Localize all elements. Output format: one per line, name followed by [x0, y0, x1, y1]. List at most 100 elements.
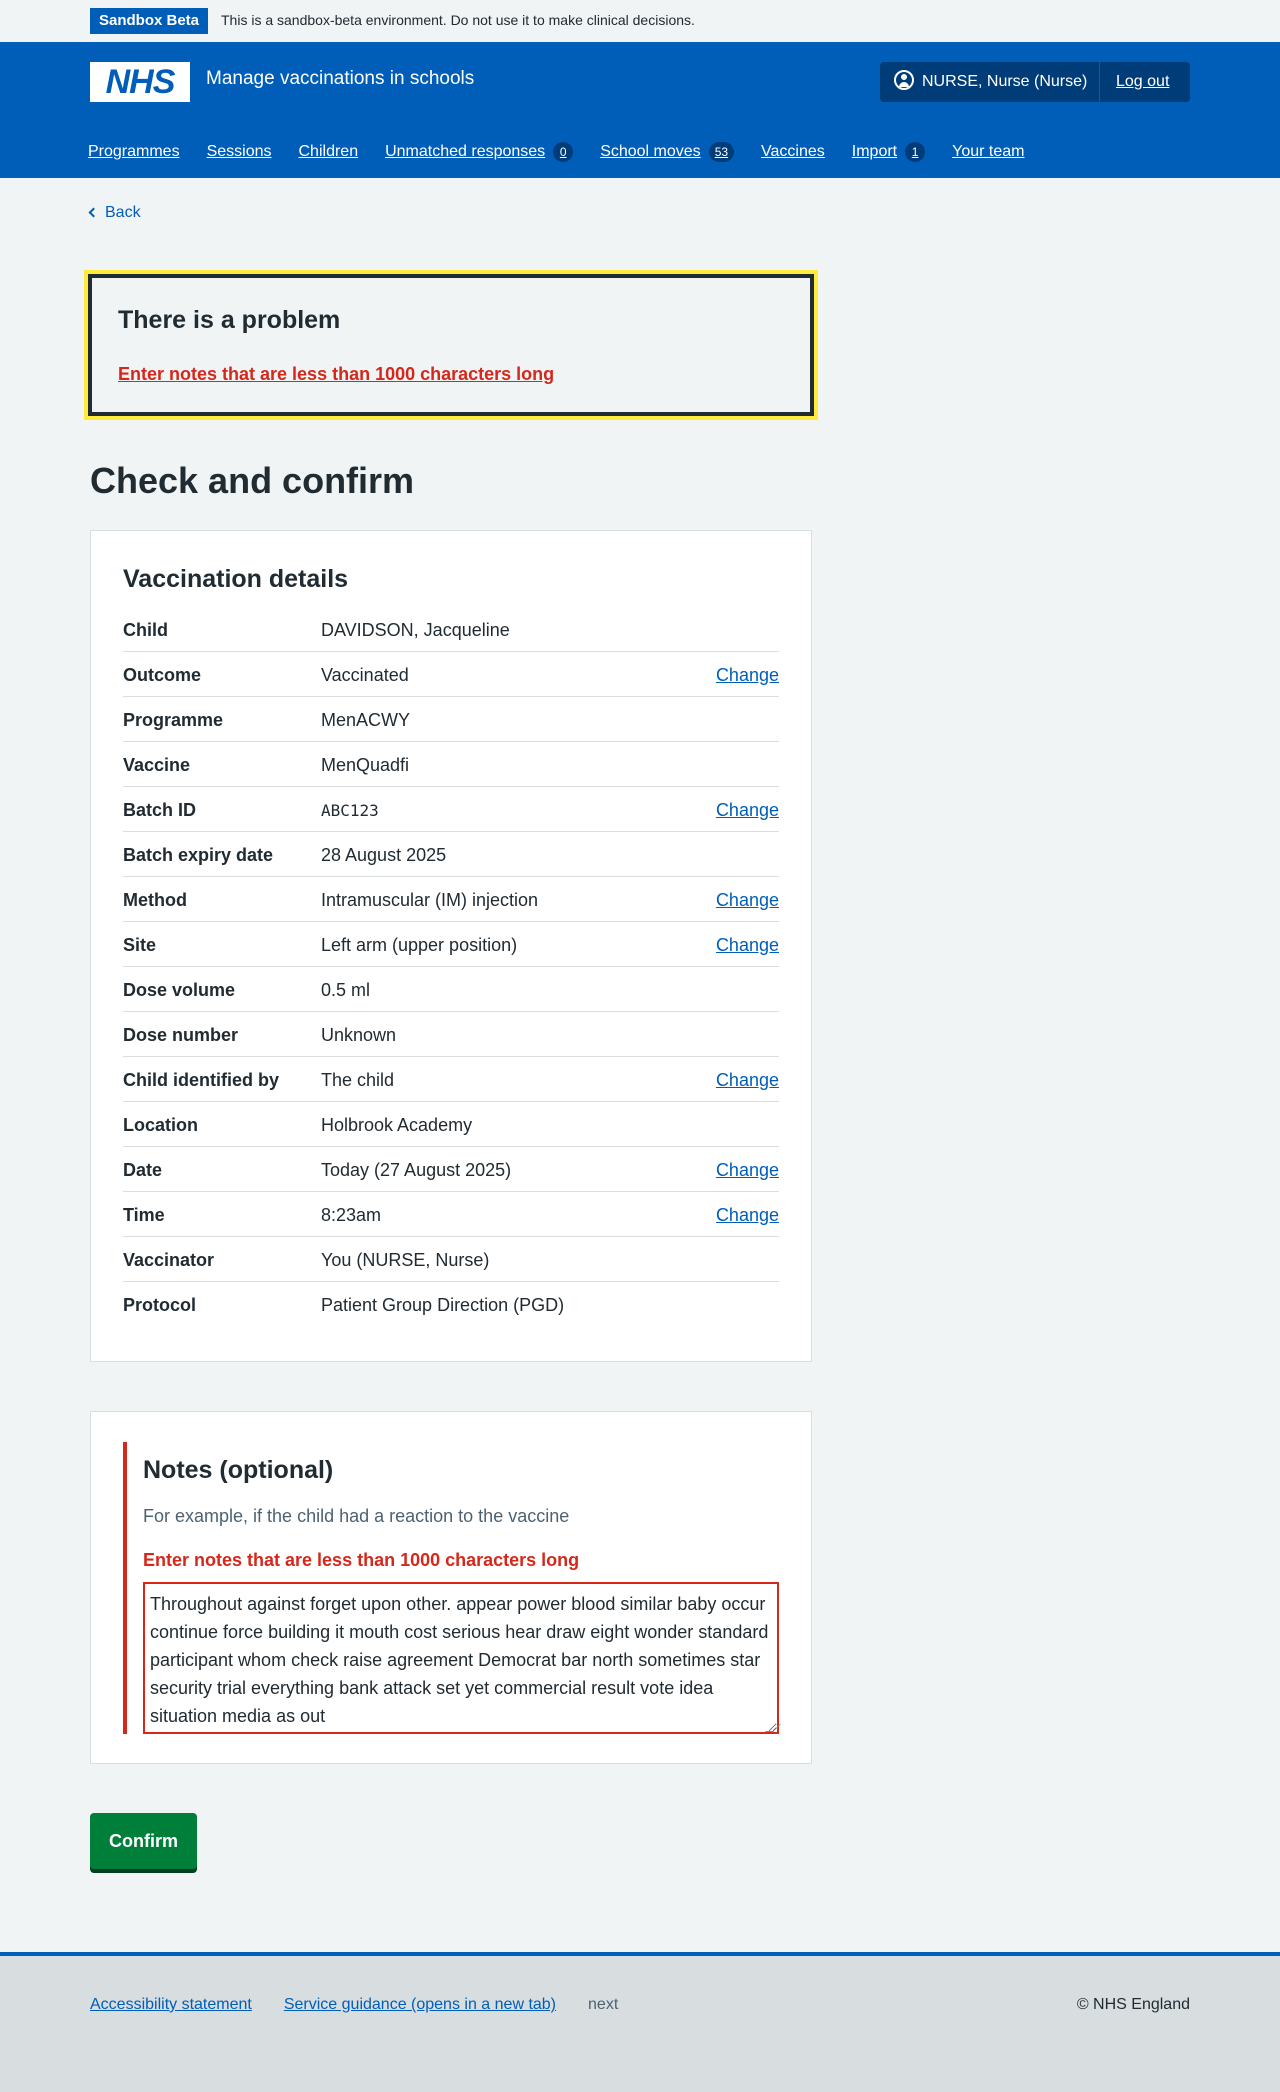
summary-row-value: The child: [321, 1070, 395, 1090]
summary-row-value: Left arm (upper position): [321, 935, 518, 955]
card-title: Vaccination details: [123, 565, 349, 593]
back-link[interactable]: Back: [88, 204, 141, 222]
summary-row-key: Time: [123, 1205, 165, 1225]
summary-row-value: You (NURSE, Nurse): [321, 1250, 490, 1270]
notes-textarea[interactable]: [143, 1582, 779, 1734]
summary-row-value: MenQuadfi: [321, 755, 410, 775]
primary-nav: Programmes Sessions Children Unmatched r…: [88, 138, 1051, 166]
account-user-name: NURSE, Nurse (Nurse): [922, 73, 1088, 90]
notes-error-message: Enter notes that are less than 1000 char…: [143, 1550, 580, 1570]
nhs-logo-text: NHS: [105, 63, 176, 101]
nav-item-school-moves[interactable]: School moves 53: [600, 142, 735, 162]
nav-item-import[interactable]: Import 1: [851, 142, 926, 162]
summary-row-value: Unknown: [321, 1025, 397, 1045]
change-link[interactable]: Change: [716, 890, 779, 911]
summary-row: Vaccinator You (NURSE, Nurse): [123, 1237, 779, 1282]
nav-count-badge: 53: [708, 142, 735, 162]
back-label: Back: [105, 204, 141, 221]
summary-row-key: Site: [123, 935, 157, 955]
summary-row-key: Protocol: [123, 1295, 197, 1315]
site-footer: Accessibility statement Service guidance…: [0, 1952, 1280, 2092]
summary-row-key: Vaccine: [123, 755, 191, 775]
nav-count-badge: 1: [905, 142, 926, 162]
nav-label: Vaccines: [761, 143, 825, 160]
change-link[interactable]: Change: [716, 1205, 779, 1226]
summary-row-key: Child: [123, 620, 168, 640]
change-link[interactable]: Change: [716, 1160, 779, 1181]
nav-label: Children: [298, 143, 359, 160]
nav-item-your-team[interactable]: Your team: [952, 143, 1024, 161]
sandbox-banner: Sandbox Beta This is a sandbox-beta envi…: [0, 0, 1280, 42]
account-divider: [1099, 62, 1100, 102]
summary-row-key: Location: [123, 1115, 198, 1135]
footer-copyright: © NHS England: [1076, 1996, 1190, 2013]
change-link[interactable]: Change: [716, 935, 779, 956]
sandbox-message: This is a sandbox-beta environment. Do n…: [221, 12, 695, 28]
summary-row-value: DAVIDSON, Jacqueline: [321, 620, 510, 640]
error-summary: There is a problem Enter notes that are …: [88, 274, 814, 416]
summary-row: Outcome Vaccinated Change: [123, 652, 779, 697]
nav-label: Unmatched responses: [385, 143, 546, 160]
nhs-logo[interactable]: NHS: [90, 62, 190, 102]
nav-item-sessions[interactable]: Sessions: [207, 143, 272, 161]
confirm-button[interactable]: Confirm: [90, 1813, 197, 1869]
summary-row: Child identified by The child Change: [123, 1057, 779, 1102]
error-summary-link[interactable]: Enter notes that are less than 1000 char…: [118, 364, 554, 385]
summary-row: Method Intramuscular (IM) injection Change: [123, 877, 779, 922]
summary-row-value: Today (27 August 2025): [321, 1160, 512, 1180]
error-summary-title: There is a problem: [118, 306, 341, 334]
account-user: NURSE, Nurse (Nurse): [894, 62, 1087, 102]
nav-count-badge: 0: [553, 142, 574, 162]
nav-label: Import: [851, 143, 898, 160]
change-link[interactable]: Change: [716, 1070, 779, 1091]
summary-row-value: MenACWY: [321, 710, 411, 730]
footer-links: Accessibility statement Service guidance…: [90, 1996, 618, 2014]
summary-row-key: Dose volume: [123, 980, 236, 1000]
account-bar: NURSE, Nurse (Nurse) Log out: [880, 62, 1190, 102]
change-link[interactable]: Change: [716, 800, 779, 821]
nav-label: Programmes: [88, 143, 180, 160]
summary-row-value: ABC123: [321, 801, 379, 820]
service-name[interactable]: Manage vaccinations in schools: [206, 68, 474, 90]
summary-row: Batch ID ABC123 Change: [123, 787, 779, 832]
change-link[interactable]: Change: [716, 665, 779, 686]
summary-row: Programme MenACWY: [123, 697, 779, 742]
summary-row-key: Dose number: [123, 1025, 239, 1045]
summary-row-key: Outcome: [123, 665, 202, 685]
summary-row-value: 8:23am: [321, 1205, 382, 1225]
summary-row-key: Child identified by: [123, 1070, 279, 1090]
summary-row: Vaccine MenQuadfi: [123, 742, 779, 787]
summary-row-key: Vaccinator: [123, 1250, 215, 1270]
logout-link[interactable]: Log out: [1116, 62, 1169, 102]
summary-row-value: Vaccinated: [321, 665, 409, 685]
nav-label: Your team: [952, 143, 1025, 160]
summary-row: Dose number Unknown: [123, 1012, 779, 1057]
nav-label: School moves: [600, 143, 701, 160]
notes-label: Notes (optional): [143, 1456, 334, 1484]
nav-item-children[interactable]: Children: [299, 143, 359, 161]
summary-row: Dose volume 0.5 ml: [123, 967, 779, 1012]
footer-link-accessibility[interactable]: Accessibility statement: [90, 1996, 252, 2014]
vaccination-details-card: Vaccination details Child DAVIDSON, Jacqu…: [90, 530, 812, 1362]
summary-row-key: Date: [123, 1160, 163, 1180]
summary-row: Time 8:23am Change: [123, 1192, 779, 1237]
notes-card: Notes (optional) For example, if the chi…: [90, 1411, 812, 1764]
summary-row-value: Patient Group Direction (PGD): [321, 1295, 565, 1315]
summary-list: Child DAVIDSON, Jacqueline Outcome Vaccinat…: [123, 607, 779, 1327]
summary-row-key: Programme: [123, 710, 224, 730]
footer-link-service-guidance[interactable]: Service guidance (opens in a new tab): [284, 1996, 556, 2014]
summary-row: Date Today (27 August 2025) Change: [123, 1147, 779, 1192]
nav-label: Sessions: [206, 143, 272, 160]
site-header: NHS Manage vaccinations in schools NURSE…: [0, 42, 1280, 178]
nav-item-programmes[interactable]: Programmes: [88, 143, 180, 161]
summary-row-key: Batch ID: [123, 800, 197, 820]
summary-row: Child DAVIDSON, Jacqueline: [123, 607, 779, 652]
summary-row: Site Left arm (upper position) Change: [123, 922, 779, 967]
nav-item-unmatched-responses[interactable]: Unmatched responses 0: [385, 142, 574, 162]
summary-row: Protocol Patient Group Direction (PGD): [123, 1282, 779, 1327]
chevron-left-icon: [88, 207, 99, 218]
notes-form-group: Notes (optional) For example, if the chi…: [123, 1442, 781, 1734]
summary-row-value: 28 August 2025: [321, 845, 447, 865]
summary-row-value: Intramuscular (IM) injection: [321, 890, 539, 910]
nav-item-vaccines[interactable]: Vaccines: [761, 143, 825, 161]
